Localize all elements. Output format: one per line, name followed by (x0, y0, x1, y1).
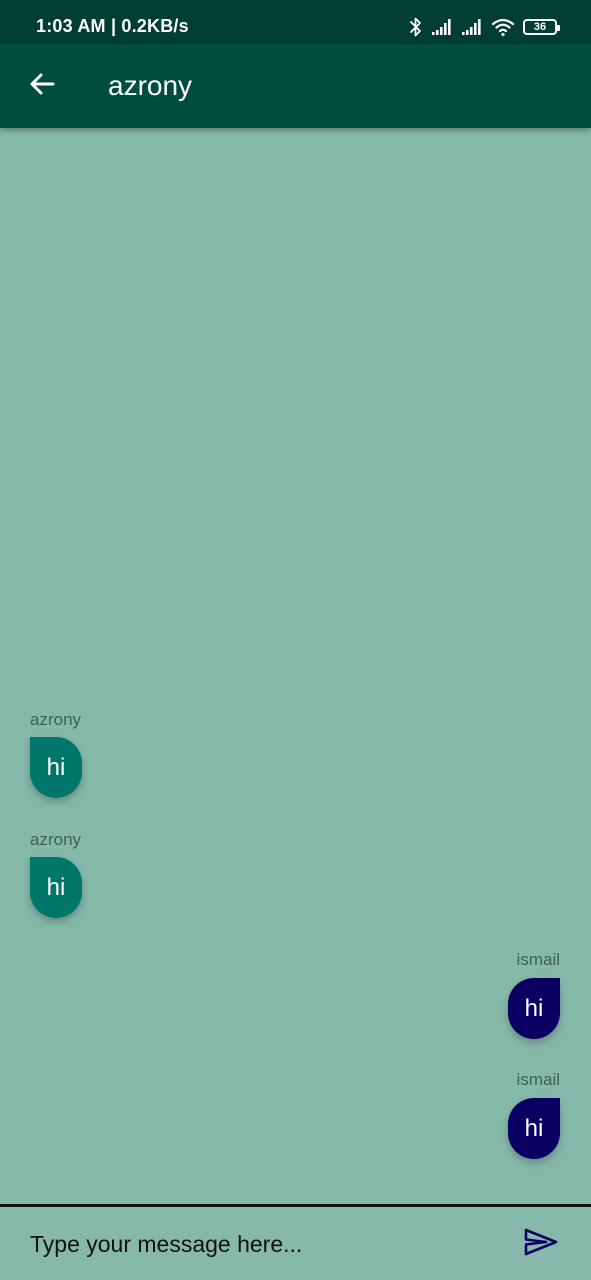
bluetooth-icon (409, 16, 423, 38)
message-text: hi (46, 873, 66, 901)
message-sender: ismail (516, 1070, 560, 1089)
signal-icon (431, 18, 453, 36)
composer-divider (0, 1204, 591, 1207)
message-sender: azrony (30, 710, 82, 729)
message-bubble-incoming[interactable]: hi (30, 857, 82, 918)
message-input[interactable] (30, 1222, 490, 1266)
message-bubble-outgoing[interactable]: hi (508, 1098, 560, 1159)
chat-screen: 1:03 AM | 0.2KB/s 36 azrony azrony hi az… (0, 0, 591, 1280)
back-button[interactable] (22, 66, 62, 106)
battery-level: 36 (533, 21, 547, 33)
app-bar: azrony (0, 44, 591, 128)
message-text: hi (524, 1114, 544, 1142)
send-button[interactable] (520, 1226, 562, 1262)
wifi-icon (491, 17, 515, 37)
arrow-left-icon (28, 70, 56, 103)
message-sender: azrony (30, 830, 82, 849)
signal-icon (461, 18, 483, 36)
battery-icon: 36 (523, 19, 560, 35)
status-time: 1:03 AM | 0.2KB/s (36, 16, 189, 36)
status-bar: 1:03 AM | 0.2KB/s 36 (0, 0, 591, 44)
message-text: hi (524, 994, 544, 1022)
send-icon (524, 1228, 558, 1261)
chat-title: azrony (108, 70, 193, 101)
message-bubble-outgoing[interactable]: hi (508, 978, 560, 1039)
message-sender: ismail (516, 950, 560, 969)
message-bubble-incoming[interactable]: hi (30, 737, 82, 798)
status-icons: 36 (409, 14, 560, 40)
message-text: hi (46, 753, 66, 781)
